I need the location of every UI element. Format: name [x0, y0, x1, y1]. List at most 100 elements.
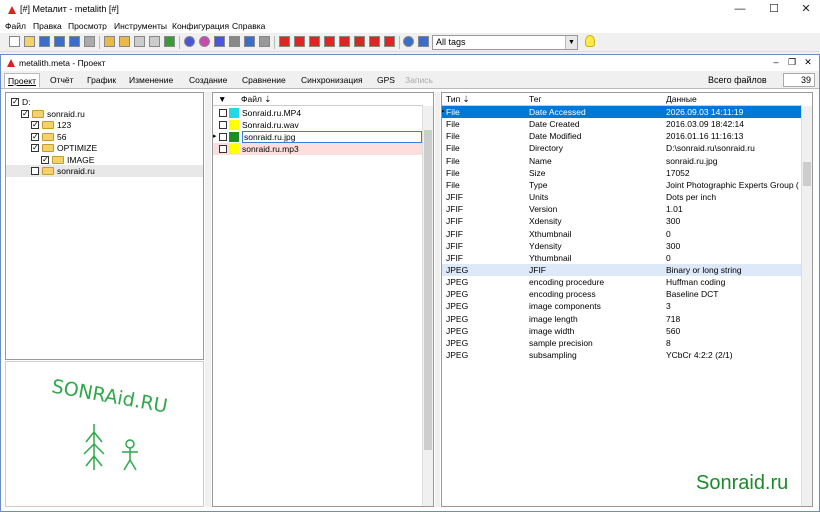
metadata-row[interactable]: JPEG image components 3: [442, 300, 802, 312]
metadata-row[interactable]: JPEG subsampling YCbCr 4:2:2 (2/1): [442, 349, 802, 361]
tab-report[interactable]: Отчёт: [47, 73, 77, 88]
info-icon[interactable]: [184, 36, 195, 47]
file-row[interactable]: Sonraid.ru.MP4: [213, 107, 423, 119]
metadata-row[interactable]: JFIF Ydensity 300: [442, 240, 802, 252]
tree-item[interactable]: sonraid.ru: [6, 165, 203, 177]
splitter[interactable]: [435, 92, 440, 507]
close-icon[interactable]: ✕: [801, 56, 815, 69]
tag-edit-icon[interactable]: [119, 36, 130, 47]
metadata-row[interactable]: JPEG encoding procedure Huffman coding: [442, 276, 802, 288]
new-file-icon[interactable]: [9, 36, 20, 47]
file-checkbox[interactable]: [219, 133, 227, 141]
tree-item[interactable]: sonraid.ru: [6, 108, 203, 120]
scroll-thumb[interactable]: [424, 130, 432, 450]
remove-check-icon[interactable]: [384, 36, 395, 47]
tree-checkbox[interactable]: [31, 131, 39, 143]
file-row[interactable]: ▸ sonraid.ru.jpg: [213, 131, 423, 143]
file-row[interactable]: Sonraid.ru.wav: [213, 119, 423, 131]
metadata-row[interactable]: JPEG image width 560: [442, 325, 802, 337]
splitter[interactable]: [205, 92, 211, 507]
tree-checkbox[interactable]: [31, 119, 39, 131]
delete-tag-icon[interactable]: [294, 36, 305, 47]
print-icon[interactable]: [84, 36, 95, 47]
tree-item[interactable]: OPTIMIZE: [6, 142, 203, 154]
delete-all-icon[interactable]: [309, 36, 320, 47]
metadata-row[interactable]: JFIF Ythumbnail 0: [442, 252, 802, 264]
metadata-row[interactable]: JPEG sample precision 8: [442, 337, 802, 349]
tree-item[interactable]: IMAGE: [6, 154, 203, 166]
menu-view[interactable]: Просмотр: [68, 21, 107, 31]
file-checkbox[interactable]: [219, 121, 227, 129]
tree-checkbox[interactable]: [31, 167, 39, 175]
metadata-row[interactable]: JFIF Units Dots per inch: [442, 191, 802, 203]
lightbulb-icon[interactable]: [585, 35, 595, 47]
tree-checkbox[interactable]: [31, 142, 39, 154]
tree-checkbox[interactable]: [11, 96, 19, 108]
metadata-row[interactable]: File Date Modified 2016.01.16 11:16:13: [442, 130, 802, 142]
menu-help[interactable]: Справка: [232, 21, 265, 31]
clear-icon[interactable]: [324, 36, 335, 47]
metadata-scrollbar[interactable]: [801, 106, 812, 506]
metadata-row[interactable]: JFIF Xthumbnail 0: [442, 228, 802, 240]
pen-icon[interactable]: [244, 36, 255, 47]
file-checkbox[interactable]: [219, 109, 227, 117]
tab-sync[interactable]: Синхронизация: [298, 73, 366, 88]
tree-checkbox[interactable]: [41, 154, 49, 166]
tree-checkbox[interactable]: [21, 108, 29, 120]
type-column-header[interactable]: Тип ⇣: [446, 93, 470, 106]
tag-icon[interactable]: [104, 36, 115, 47]
delete-icon[interactable]: [279, 36, 290, 47]
copy-icon[interactable]: [229, 36, 240, 47]
minimize-icon[interactable]: —: [724, 0, 756, 19]
metadata-row[interactable]: JFIF Xdensity 300: [442, 215, 802, 227]
remove-d-icon[interactable]: [369, 36, 380, 47]
metadata-row[interactable]: JFIF Version 1.01: [442, 203, 802, 215]
metadata-row[interactable]: JPEG encoding process Baseline DCT: [442, 288, 802, 300]
metadata-row[interactable]: JPEG JFIF Binary or long string: [442, 263, 802, 276]
tree-item[interactable]: D:: [6, 96, 203, 108]
tab-gps[interactable]: GPS: [374, 73, 398, 88]
file-list-scrollbar[interactable]: [422, 106, 433, 506]
open-folder-icon[interactable]: [24, 36, 35, 47]
tab-modify[interactable]: Изменение: [126, 73, 176, 88]
scroll-thumb[interactable]: [803, 162, 811, 186]
restore-icon[interactable]: ❐: [785, 56, 799, 69]
tree-item[interactable]: 56: [6, 131, 203, 143]
grid-icon[interactable]: [418, 36, 429, 47]
menu-tools[interactable]: Инструменты: [114, 21, 167, 31]
close-icon[interactable]: ✕: [790, 0, 820, 19]
sort-down-icon[interactable]: ▼: [218, 93, 226, 106]
export-icon[interactable]: [134, 36, 145, 47]
menu-file[interactable]: Файл: [5, 21, 26, 31]
traffic-light-icon[interactable]: [164, 36, 175, 47]
metadata-row[interactable]: File Directory D:\sonraid.ru\sonraid.ru: [442, 142, 802, 154]
metadata-row[interactable]: File Type Joint Photographic Experts Group…: [442, 179, 802, 191]
metadata-row[interactable]: File Date Created 2016.03.09 18:42:14: [442, 118, 802, 130]
import-icon[interactable]: [149, 36, 160, 47]
close-file-icon[interactable]: [39, 36, 50, 47]
report-icon[interactable]: [214, 36, 225, 47]
metadata-row[interactable]: File Name sonraid.ru.jpg: [442, 155, 802, 167]
tab-create[interactable]: Создание: [186, 73, 230, 88]
gray-square-icon[interactable]: [259, 36, 270, 47]
chevron-down-icon[interactable]: ▼: [565, 36, 577, 49]
minimize-icon[interactable]: –: [769, 56, 783, 69]
file-column-header[interactable]: Файл ⇣: [241, 93, 271, 106]
file-row[interactable]: sonraid.ru.mp3: [213, 143, 423, 155]
tab-compare[interactable]: Сравнение: [239, 73, 289, 88]
remove-icon[interactable]: [339, 36, 350, 47]
data-column-header[interactable]: Данные: [666, 93, 697, 106]
tab-project[interactable]: Проект: [4, 73, 40, 88]
maximize-icon[interactable]: ☐: [758, 0, 790, 19]
tab-graph[interactable]: График: [84, 73, 119, 88]
tree-item[interactable]: 123: [6, 119, 203, 131]
menu-config[interactable]: Конфигурация: [172, 21, 229, 31]
remove-h-icon[interactable]: [354, 36, 365, 47]
menu-edit[interactable]: Правка: [33, 21, 62, 31]
metadata-row[interactable]: JPEG image length 718: [442, 313, 802, 325]
tag-column-header[interactable]: Тег: [529, 93, 542, 106]
settings-icon[interactable]: [403, 36, 414, 47]
tags-select[interactable]: All tags ▼: [432, 35, 578, 50]
metadata-row[interactable]: ▸ File Date Accessed 2026.09.03 14:11:19: [442, 106, 802, 118]
file-checkbox[interactable]: [219, 145, 227, 153]
